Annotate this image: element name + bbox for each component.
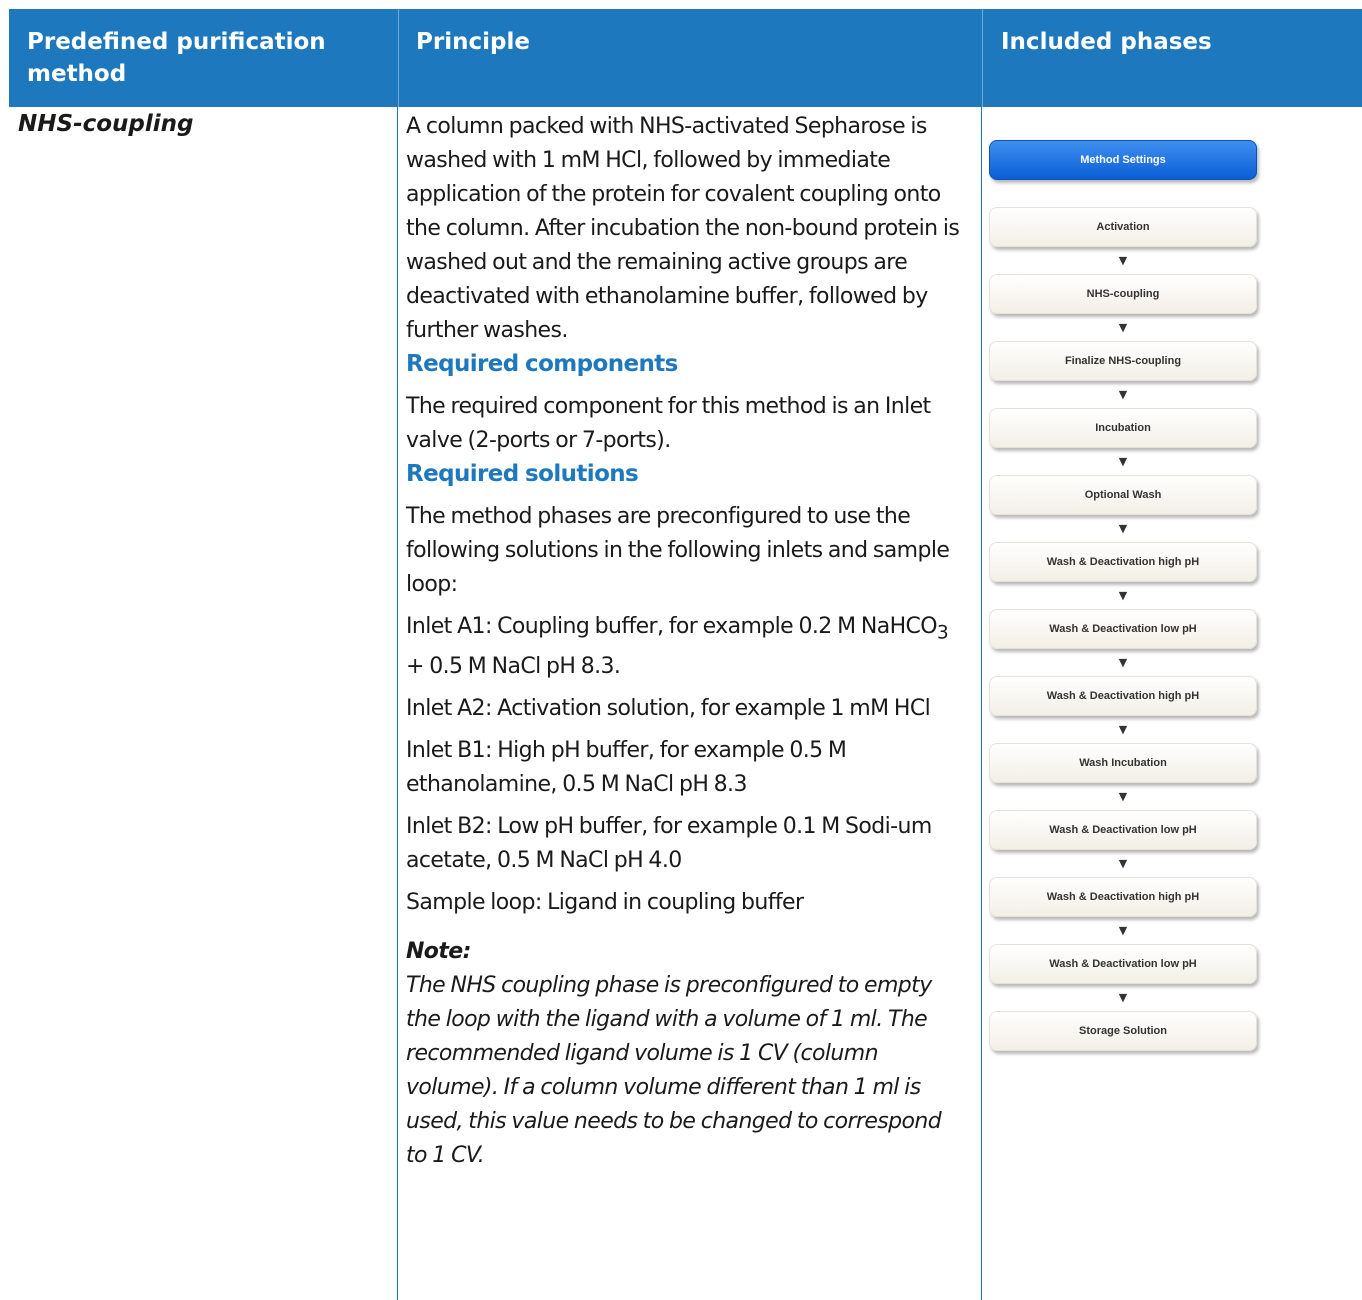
- down-arrow-icon: ▼: [1118, 388, 1128, 401]
- phase-item[interactable]: Storage Solution: [989, 1011, 1257, 1051]
- phase-item[interactable]: Incubation: [989, 408, 1257, 448]
- principle-description: A column packed with NHS-activated Sepha…: [406, 114, 960, 343]
- phase-item[interactable]: Wash & Deactivation low pH: [989, 944, 1257, 984]
- phase-item[interactable]: Optional Wash: [989, 475, 1257, 515]
- down-arrow-icon: ▼: [1118, 455, 1128, 468]
- phase-item[interactable]: Wash Incubation: [989, 743, 1257, 783]
- column-divider: [981, 107, 982, 1300]
- inlet-a1-subscript: 3: [937, 622, 949, 644]
- header-predefined-method: Predefined purification method: [27, 29, 326, 87]
- principle-cell: A column packed with NHS-activated Sepha…: [406, 110, 962, 1173]
- down-arrow-icon: ▼: [1118, 254, 1128, 267]
- phase-item[interactable]: Wash & Deactivation low pH: [989, 609, 1257, 649]
- table-header-row: Predefined purification method Principle…: [9, 9, 1362, 107]
- down-arrow-icon: ▼: [1118, 723, 1128, 736]
- inlet-a1-main: Inlet A1: Coupling buffer, for example 0…: [406, 614, 938, 639]
- note-text: The NHS coupling phase is preconfigured …: [406, 973, 942, 1169]
- required-components-text: The required component for this method i…: [406, 394, 931, 453]
- down-arrow-icon: ▼: [1118, 589, 1128, 602]
- inlet-a2-text: Inlet A2: Activation solution, for examp…: [406, 696, 931, 722]
- down-arrow-icon: ▼: [1118, 790, 1128, 803]
- phase-item[interactable]: NHS-coupling: [989, 274, 1257, 314]
- required-components-heading: Required components: [406, 351, 678, 377]
- phase-item[interactable]: Finalize NHS-coupling: [989, 341, 1257, 381]
- method-name: NHS-coupling: [18, 111, 194, 137]
- down-arrow-icon: ▼: [1118, 321, 1128, 334]
- phase-item[interactable]: Wash & Deactivation high pH: [989, 877, 1257, 917]
- down-arrow-icon: ▼: [1118, 522, 1128, 535]
- inlet-a1-rest: + 0.5 M NaCl pH 8.3.: [406, 654, 621, 680]
- phase-item[interactable]: Activation: [989, 207, 1257, 247]
- down-arrow-icon: ▼: [1118, 991, 1128, 1004]
- down-arrow-icon: ▼: [1118, 656, 1128, 669]
- header-included-phases: Included phases: [982, 9, 1362, 107]
- sample-loop-text: Sample loop: Ligand in coupling buffer: [406, 890, 804, 916]
- inlet-b1-text: Inlet B1: High pH buffer, for example 0.…: [406, 738, 847, 798]
- note-label: Note:: [406, 939, 471, 965]
- phase-item[interactable]: Wash & Deactivation high pH: [989, 542, 1257, 582]
- down-arrow-icon: ▼: [1118, 924, 1128, 937]
- inlet-b2-text: Inlet B2: Low pH buffer, for example 0.1…: [406, 814, 932, 874]
- phase-item[interactable]: Wash & Deactivation high pH: [989, 676, 1257, 716]
- down-arrow-icon: ▼: [1118, 857, 1128, 870]
- method-settings-button[interactable]: Method Settings: [989, 140, 1257, 180]
- phase-item[interactable]: Wash & Deactivation low pH: [989, 810, 1257, 850]
- required-solutions-heading: Required solutions: [406, 461, 639, 487]
- column-divider: [397, 107, 398, 1300]
- inlet-a1-text: Inlet A1: Coupling buffer, for example 0…: [406, 610, 962, 684]
- required-solutions-text: The method phases are preconfigured to u…: [406, 504, 950, 597]
- header-principle: Principle: [398, 9, 981, 107]
